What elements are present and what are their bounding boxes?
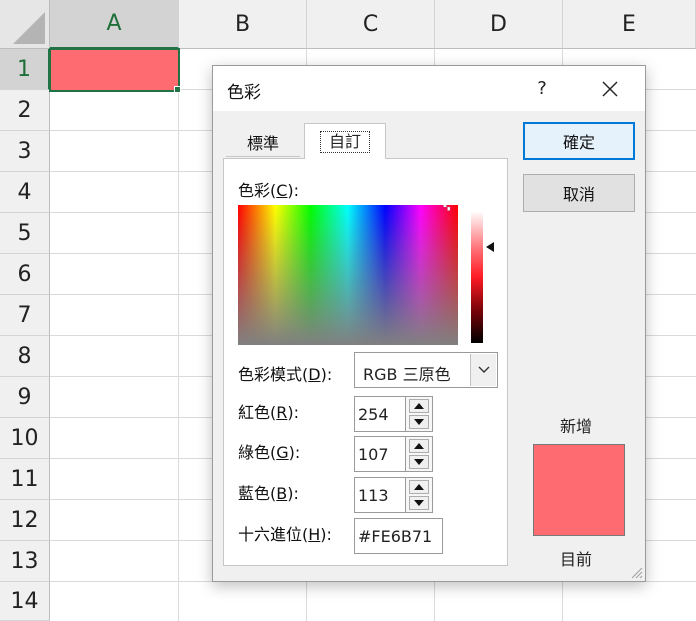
arrow-up-icon [414,484,424,490]
red-decrement-button[interactable] [409,415,429,429]
tab-custom[interactable]: 自訂 [304,123,386,159]
color-label: 色彩(C): [238,181,300,200]
color-preview [533,444,625,536]
color-model-value: RGB 三原色 [363,365,451,384]
dialog-titlebar[interactable]: 色彩 ? [213,66,645,111]
arrow-down-icon [414,500,424,506]
blue-label: 藍色(B): [238,484,299,503]
row-header-5[interactable]: 5 [0,213,50,254]
tab-standard[interactable]: 標準 [226,127,300,157]
row-header-12[interactable]: 12 [0,500,50,541]
current-color-label: 目前 [560,550,593,569]
chevron-down-icon[interactable] [470,354,496,386]
ok-button[interactable]: 確定 [523,122,635,160]
blue-input[interactable]: 113 [354,477,406,513]
blue-increment-button[interactable] [409,480,429,494]
red-label: 紅色(R): [238,403,300,422]
select-all-triangle-icon [13,12,45,44]
row-header-9[interactable]: 9 [0,377,50,418]
fill-handle[interactable] [174,86,181,93]
red-input[interactable]: 254 [354,396,406,432]
green-decrement-button[interactable] [409,455,429,469]
current-color-swatch [534,490,624,535]
arrow-up-icon [414,403,424,409]
row-header-2[interactable]: 2 [0,90,50,131]
row-header-7[interactable]: 7 [0,295,50,336]
arrow-up-icon [414,443,424,449]
blue-decrement-button[interactable] [409,496,429,510]
red-increment-button[interactable] [409,399,429,413]
tab-custom-label: 自訂 [319,130,370,153]
color-model-select[interactable]: RGB 三原色 [354,352,498,388]
column-header-d[interactable]: D [435,0,563,49]
row-header-13[interactable]: 13 [0,541,50,582]
hex-input[interactable]: #FE6B71 [354,518,443,554]
blue-spinner [406,477,433,513]
row-header-4[interactable]: 4 [0,172,50,213]
column-header-a[interactable]: A [50,0,179,49]
red-spinner [406,396,433,432]
color-model-label: 色彩模式(D): [238,365,333,384]
resize-grip-icon[interactable] [629,565,643,579]
luminance-slider[interactable] [471,211,483,343]
row-header-6[interactable]: 6 [0,254,50,295]
select-all-corner[interactable] [0,0,50,49]
green-spinner [406,436,433,472]
row-header-8[interactable]: 8 [0,336,50,377]
help-button[interactable]: ? [527,75,557,103]
green-increment-button[interactable] [409,439,429,453]
cancel-button[interactable]: 取消 [523,174,635,212]
cell-a1-selected[interactable] [49,48,180,92]
column-header-c[interactable]: C [307,0,435,49]
close-icon [602,81,618,97]
row-header-10[interactable]: 10 [0,418,50,459]
column-header-e[interactable]: E [563,0,696,49]
color-dialog: 色彩 ? 標準 自訂 色彩(C): 色彩模式(D): RGB 三原色 紅色(R)… [212,65,646,582]
green-input[interactable]: 107 [354,436,406,472]
arrow-down-icon [414,419,424,425]
green-label: 綠色(G): [238,443,301,462]
arrow-down-icon [414,459,424,465]
crosshair-icon[interactable] [443,205,451,211]
hex-label: 十六進位(H): [238,525,332,544]
row-header-3[interactable]: 3 [0,131,50,172]
close-button[interactable] [595,74,625,104]
dialog-title: 色彩 [227,83,261,103]
row-header-1[interactable]: 1 [0,49,50,90]
row-header-11[interactable]: 11 [0,459,50,500]
column-header-b[interactable]: B [179,0,307,49]
row-header-14[interactable]: 14 [0,582,50,621]
luminance-arrow-icon[interactable] [486,242,494,252]
color-spectrum[interactable] [238,205,458,345]
new-color-swatch [534,445,624,490]
custom-tab-panel: 色彩(C): 色彩模式(D): RGB 三原色 紅色(R): 254 綠色(G)… [223,158,508,566]
new-color-label: 新增 [560,417,593,436]
